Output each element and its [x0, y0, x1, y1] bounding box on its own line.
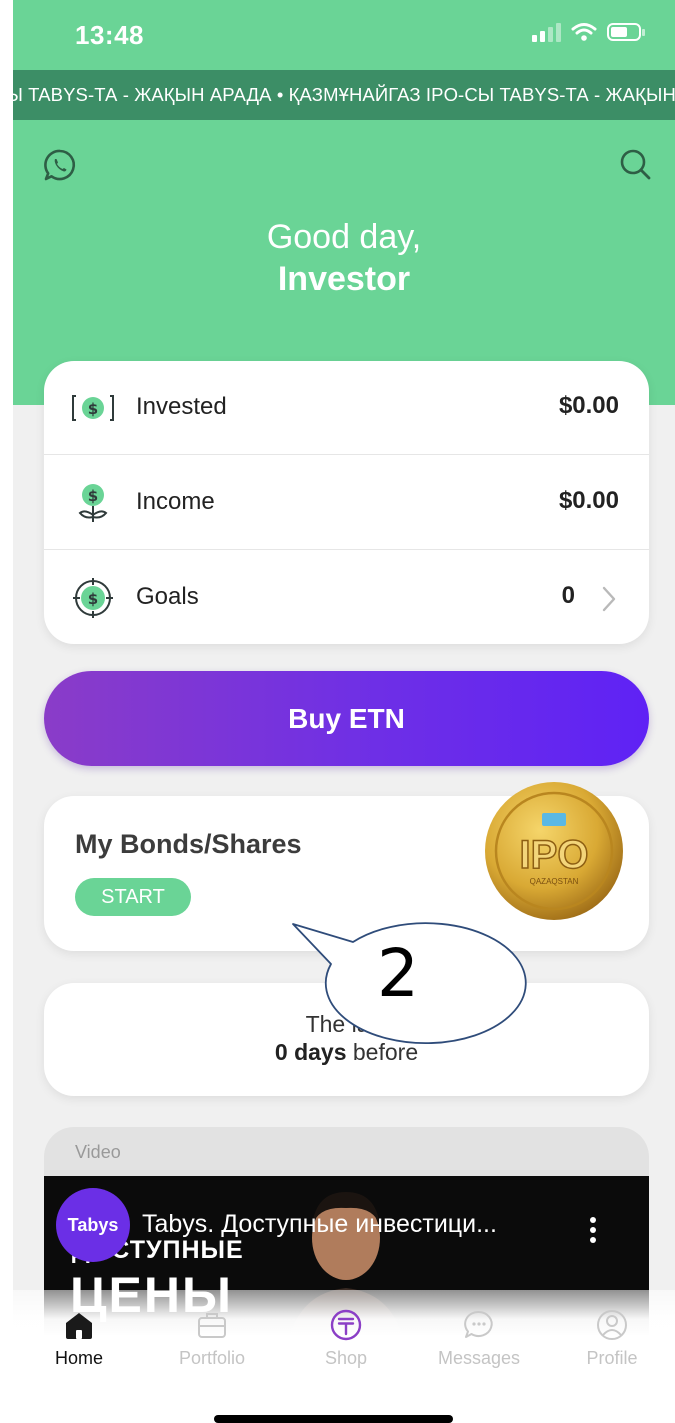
chat-bubble-icon [464, 1310, 493, 1338]
invested-row[interactable]: $ Invested $0.00 [44, 361, 649, 455]
svg-text:$: $ [88, 487, 98, 505]
tab-home-label: Home [54, 1348, 103, 1368]
home-icon [66, 1313, 92, 1339]
tab-portfolio-label: Portfolio [178, 1348, 246, 1368]
cellular-signal-icon [532, 22, 561, 42]
user-icon [597, 1310, 627, 1340]
goals-label: Goals [136, 583, 199, 610]
days-count: 0 days [274, 1039, 347, 1065]
invested-value: $0.00 [558, 392, 619, 419]
ticker-text: СЫ TABYS-ТА - ЖАҚЫН АРАДА • ҚАЗМҰНАЙГАЗ … [13, 84, 675, 105]
tab-home[interactable]: Home [24, 1308, 134, 1369]
wifi-icon [571, 23, 597, 41]
start-button[interactable]: START [75, 878, 191, 916]
last-update-text: The last [305, 1011, 388, 1037]
search-icon[interactable] [617, 146, 653, 182]
bottom-tab-bar: Home Portfolio Shop Messages Profile [13, 1290, 675, 1422]
tab-shop[interactable]: Shop [291, 1308, 401, 1369]
briefcase-icon [198, 1313, 226, 1338]
dollar-bill-icon: $ [72, 395, 114, 421]
tab-messages[interactable]: Messages [424, 1308, 534, 1369]
target-dollar-icon: $ [73, 578, 113, 618]
whatsapp-icon[interactable] [43, 148, 77, 182]
user-name: Investor [277, 260, 411, 298]
greeting: Good day, Investor [13, 217, 675, 301]
tenge-icon [330, 1309, 362, 1341]
invested-label: Invested [136, 393, 227, 420]
goals-value: 0 [561, 582, 575, 609]
income-row[interactable]: $ Income $0.00 [44, 456, 649, 550]
news-ticker[interactable]: СЫ TABYS-ТА - ЖАҚЫН АРАДА • ҚАЗМҰНАЙГАЗ … [13, 70, 675, 120]
last-update-days: 0 days before [44, 1039, 649, 1066]
video-title[interactable]: Tabys. Доступные инвестици... [142, 1210, 497, 1239]
callout-number: 2 [377, 935, 419, 1012]
chevron-right-icon [602, 586, 616, 612]
income-value: $0.00 [558, 487, 619, 514]
status-time: 13:48 [75, 20, 144, 50]
buy-etn-button[interactable]: Buy ETN [44, 671, 649, 766]
bonds-title: My Bonds/Shares [75, 829, 302, 859]
app-screen: 13:48 СЫ TABYS-ТА - ЖАҚЫН АРАДА • ҚАЗМҰН… [13, 0, 675, 1422]
tab-profile[interactable]: Profile [557, 1308, 667, 1369]
tab-portfolio[interactable]: Portfolio [157, 1308, 267, 1369]
svg-text:$: $ [88, 590, 98, 608]
channel-logo[interactable]: Tabys [56, 1188, 130, 1262]
tab-shop-label: Shop [324, 1348, 368, 1368]
income-label: Income [136, 488, 215, 515]
battery-icon [607, 23, 645, 41]
svg-text:QAZAQSTAN: QAZAQSTAN [530, 877, 579, 886]
days-suffix: before [346, 1039, 419, 1065]
status-icons [532, 22, 645, 42]
portfolio-summary-card: $ Invested $0.00 $ Income $0.00 $ Goals … [44, 361, 649, 644]
svg-text:$: $ [88, 400, 98, 418]
tab-messages-label: Messages [437, 1348, 521, 1368]
more-options-icon[interactable] [589, 1216, 597, 1244]
greeting-text: Good day, [266, 218, 422, 256]
video-section-label: Video [75, 1142, 121, 1162]
status-bar: 13:48 [13, 0, 675, 70]
ipo-coin-image: IPO QAZAQSTAN [485, 782, 623, 920]
goals-row[interactable]: $ Goals 0 [44, 551, 649, 645]
money-plant-icon: $ [78, 484, 108, 522]
svg-text:IPO: IPO [520, 833, 589, 877]
tab-profile-label: Profile [586, 1348, 638, 1368]
battery-level [611, 27, 627, 37]
